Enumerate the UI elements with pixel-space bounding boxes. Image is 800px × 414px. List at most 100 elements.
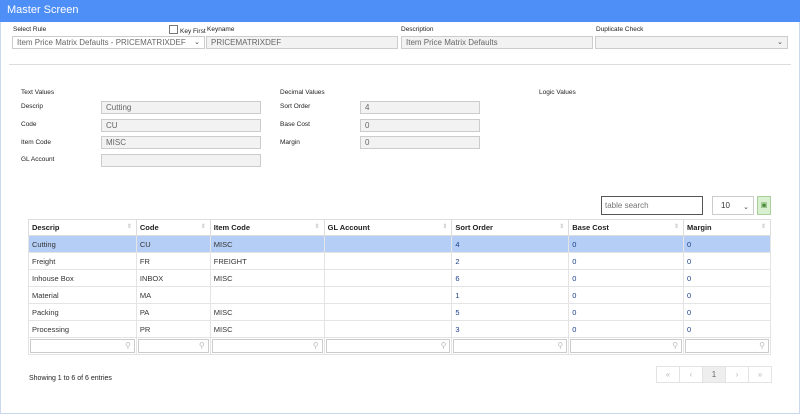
column-header[interactable]: GL Account ⇕	[323, 219, 453, 236]
key-first-label: Key First	[180, 28, 206, 35]
table-cell: 6	[451, 269, 570, 287]
margin-input[interactable]: 0	[360, 136, 480, 149]
table-cell: 0	[683, 320, 771, 338]
table-cell	[323, 286, 453, 304]
column-header-label: GL Account	[327, 223, 370, 232]
column-filter-input[interactable]: ⚲	[30, 339, 135, 353]
table-cell: MISC	[209, 269, 325, 287]
table-cell: 0	[568, 235, 685, 253]
duplicate-check-label: Duplicate Check	[596, 26, 644, 33]
table-cell: PR	[135, 320, 211, 338]
gl-account-label: GL Account	[21, 156, 55, 163]
descrip-label: Descrip	[21, 103, 44, 110]
column-filter-input[interactable]: ⚲	[211, 339, 323, 353]
sort-order-input[interactable]: 4	[360, 101, 480, 114]
column-filter-input[interactable]: ⚲	[570, 339, 683, 353]
search-icon: ⚲	[557, 341, 564, 350]
column-filter-input[interactable]: ⚲	[685, 339, 769, 353]
table-cell: 0	[683, 286, 771, 304]
column-header[interactable]: Base Cost ⇕	[568, 219, 685, 236]
pager-page-1-button[interactable]: 1	[702, 366, 726, 383]
keyname-input[interactable]: PRICEMATRIXDEF	[206, 36, 398, 49]
column-header-label: Descrip	[32, 223, 60, 232]
table-cell: 0	[568, 303, 685, 321]
table-row[interactable]: Inhouse Box INBOX MISC 6 0 0	[28, 269, 771, 287]
search-icon: ⚲	[759, 341, 765, 350]
column-filter-input[interactable]: ⚲	[325, 339, 451, 353]
column-filter-cell: ⚲	[451, 337, 570, 355]
key-first-checkbox[interactable]	[169, 25, 178, 34]
sort-order-label: Sort Order	[280, 103, 311, 110]
table-cell	[323, 269, 453, 287]
pager-next-button[interactable]: ›	[725, 366, 749, 383]
table-search-input[interactable]	[601, 196, 703, 215]
margin-label: Margin	[280, 139, 300, 146]
table-cell: PA	[135, 303, 211, 321]
table-row[interactable]: Cutting CU MISC 4 0 0	[28, 235, 771, 253]
column-header[interactable]: Descrip ⇕	[28, 219, 137, 236]
table-row[interactable]: Packing PA MISC 5 0 0	[28, 303, 771, 321]
column-header[interactable]: Sort Order ⇕	[451, 219, 570, 236]
column-filter-cell: ⚲	[323, 337, 453, 355]
column-filter-cell: ⚲	[209, 337, 325, 355]
column-filter-cell: ⚲	[568, 337, 685, 355]
pager-prev-button[interactable]: ‹	[679, 366, 703, 383]
column-filter-cell: ⚲	[28, 337, 137, 355]
select-rule-dropdown[interactable]: Item Price Matrix Defaults - PRICEMATRIX…	[12, 36, 205, 49]
table-cell	[323, 303, 453, 321]
sort-icon: ⇕	[314, 224, 320, 230]
column-header-label: Item Code	[213, 223, 251, 232]
table-cell: Packing	[28, 303, 137, 321]
text-values-heading: Text Values	[21, 89, 55, 96]
table-row[interactable]: Processing PR MISC 3 0 0	[28, 320, 771, 338]
table-cell: Freight	[28, 252, 137, 270]
column-header-label: Base Cost	[572, 223, 609, 232]
pager-last-button[interactable]: »	[748, 366, 772, 383]
table-cell: MISC	[209, 320, 325, 338]
table-cell: 1	[451, 286, 570, 304]
table-cell: 0	[568, 252, 685, 270]
search-icon: ⚲	[312, 341, 319, 350]
sort-icon: ⇕	[559, 224, 565, 230]
item-code-input[interactable]: MISC	[101, 136, 261, 149]
column-header[interactable]: Margin ⇕	[683, 219, 771, 236]
column-filter-input[interactable]: ⚲	[453, 339, 568, 353]
table-cell: 0	[568, 286, 685, 304]
column-header-label: Sort Order	[455, 223, 493, 232]
column-header[interactable]: Code ⇕	[135, 219, 211, 236]
pager-first-button[interactable]: «	[656, 366, 680, 383]
table-cell: FR	[135, 252, 211, 270]
table-cell: 0	[683, 269, 771, 287]
code-input[interactable]: CU	[101, 119, 261, 132]
column-header[interactable]: Item Code ⇕	[209, 219, 325, 236]
duplicate-check-dropdown[interactable]: ⌄	[595, 36, 788, 49]
select-rule-value: Item Price Matrix Defaults - PRICEMATRIX…	[17, 38, 186, 47]
table-cell: 0	[683, 252, 771, 270]
search-icon: ⚲	[198, 341, 205, 350]
table-cell: Inhouse Box	[28, 269, 137, 287]
table-row[interactable]: Freight FR FREIGHT 2 0 0	[28, 252, 771, 270]
gl-account-input[interactable]	[101, 154, 261, 167]
column-filter-input[interactable]: ⚲	[137, 339, 209, 353]
table-cell: 0	[683, 303, 771, 321]
column-header-label: Code	[139, 223, 159, 232]
export-excel-icon[interactable]: ▣	[757, 196, 771, 215]
page-title: Master Screen	[0, 0, 800, 22]
descrip-input[interactable]: Cutting	[101, 101, 261, 114]
sort-icon: ⇕	[442, 224, 448, 230]
table-cell: FREIGHT	[209, 252, 325, 270]
page-size-select[interactable]: 10 ⌄	[712, 196, 754, 215]
table-cell: 3	[451, 320, 570, 338]
table-row[interactable]: Material MA 1 0 0	[28, 286, 771, 304]
base-cost-input[interactable]: 0	[360, 119, 480, 132]
sort-icon: ⇕	[126, 224, 132, 230]
table-cell: MA	[135, 286, 211, 304]
table-cell: Cutting	[28, 235, 137, 253]
chevron-down-icon: ⌄	[777, 39, 783, 46]
table-cell: 2	[451, 252, 570, 270]
search-icon: ⚲	[440, 341, 447, 350]
table-cell	[323, 320, 453, 338]
description-input[interactable]: Item Price Matrix Defaults	[401, 36, 593, 49]
item-code-label: Item Code	[21, 139, 51, 146]
column-filter-cell: ⚲	[135, 337, 211, 355]
